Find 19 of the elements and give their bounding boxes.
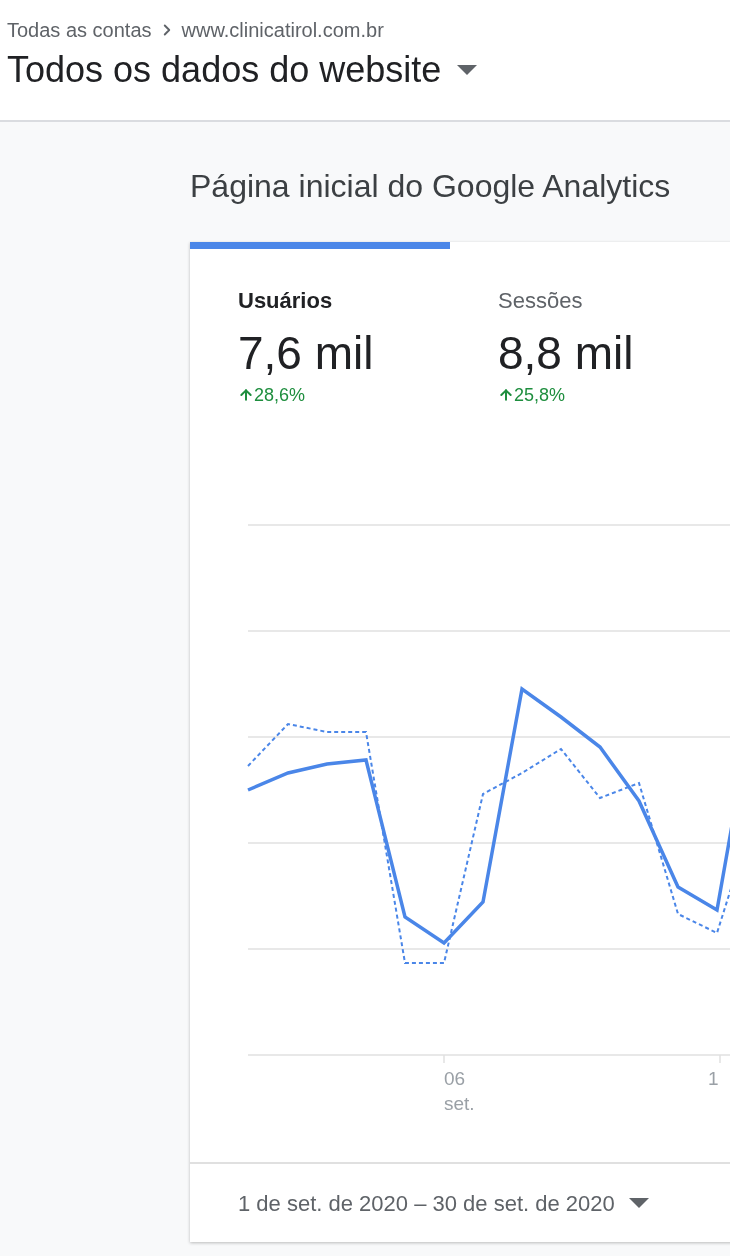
caret-icon <box>628 1198 649 1208</box>
view-selector[interactable]: Todos os dados do website <box>7 46 478 94</box>
breadcrumb-link[interactable]: Todas as contas <box>7 16 152 44</box>
breadcrumb-link[interactable]: www.clinicatirol.com.br <box>181 16 384 44</box>
date-range-selector[interactable]: 1 de set. de 2020 – 30 de set. de 2020 <box>238 1186 649 1220</box>
metric-label: Sessões <box>498 287 584 315</box>
metric-tab[interactable]: Usuários 7,6 mil 28,6% <box>190 242 450 500</box>
arrow-up-icon <box>238 387 254 403</box>
metric-value: 8,8 mil <box>498 326 635 381</box>
axis-label: 1 <box>708 1068 719 1089</box>
metric-change: 25,8% <box>514 384 566 407</box>
metric-tab[interactable]: Sessões 8,8 mil 25,8% <box>450 242 710 500</box>
axis-label: 06 <box>444 1068 466 1089</box>
metric-change: 28,6% <box>254 384 306 407</box>
axis-label: set. <box>444 1093 475 1114</box>
caret-icon <box>457 65 478 75</box>
metric-label: Usuários <box>238 287 334 315</box>
page-title: Página inicial do Google Analytics <box>190 167 672 206</box>
metric-value: 7,6 mil <box>238 326 375 381</box>
